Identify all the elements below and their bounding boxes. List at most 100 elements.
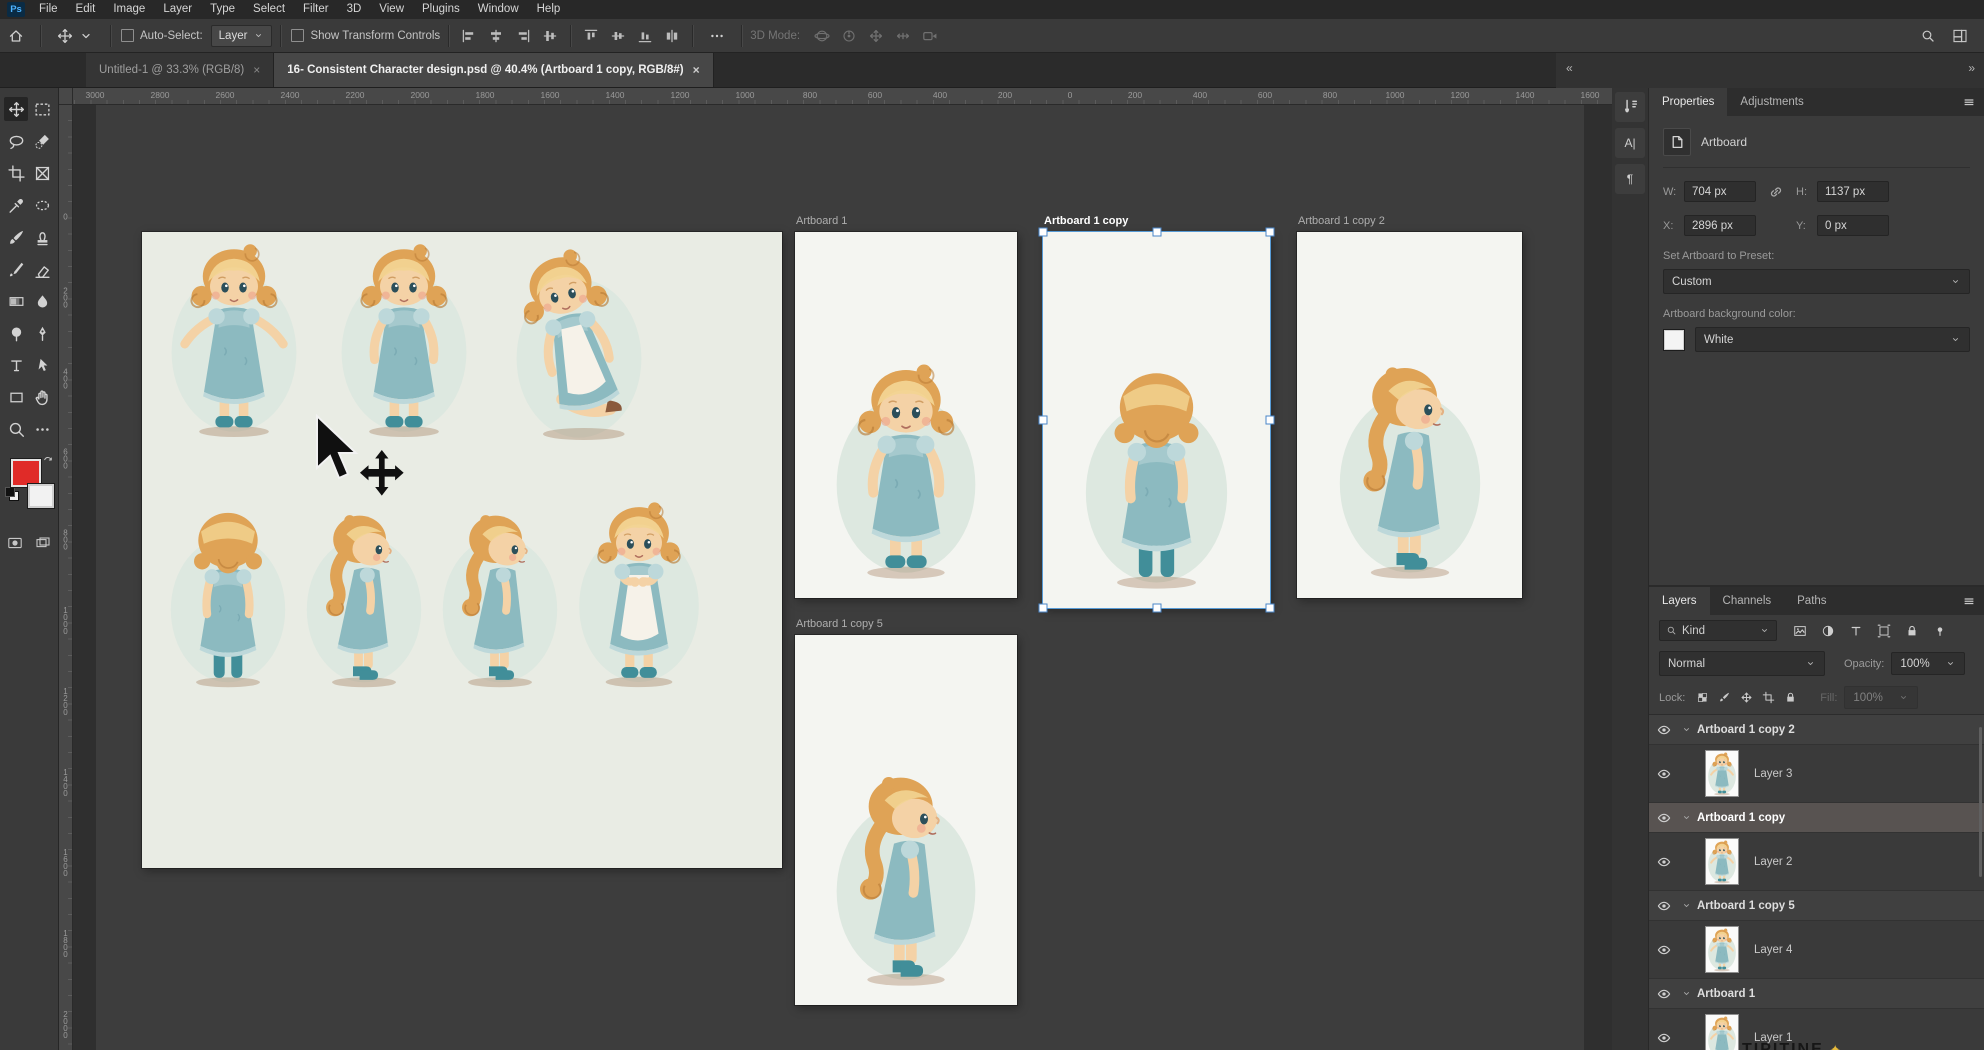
align-left-button[interactable] xyxy=(461,28,477,44)
auto-select-target-dropdown[interactable]: Layer xyxy=(211,25,273,47)
ruler-origin[interactable] xyxy=(58,88,73,105)
layer-thumbnail[interactable] xyxy=(1705,838,1739,885)
filter-pin-button[interactable] xyxy=(1930,622,1950,640)
artboard-artboard-1-copy-5[interactable]: Artboard 1 copy 5 xyxy=(795,635,1017,1005)
workspace-button[interactable] xyxy=(1952,28,1968,44)
filter-type-button[interactable] xyxy=(1846,622,1866,640)
close-icon[interactable]: × xyxy=(253,63,260,77)
selection-handle[interactable] xyxy=(1266,604,1275,613)
artboard-label[interactable]: Artboard 1 xyxy=(796,215,847,227)
close-icon[interactable]: × xyxy=(693,63,700,77)
filter-adjustment-button[interactable] xyxy=(1818,622,1838,640)
tool-preset-move[interactable] xyxy=(49,19,102,52)
auto-select-checkbox[interactable] xyxy=(121,29,134,42)
selection-handle[interactable] xyxy=(1039,416,1048,425)
menu-plugins[interactable]: Plugins xyxy=(413,0,469,19)
lock-checker-button[interactable] xyxy=(1696,691,1709,704)
visibility-toggle[interactable] xyxy=(1649,855,1679,869)
tool-rectangle[interactable] xyxy=(4,385,28,409)
tab-channels[interactable]: Channels xyxy=(1710,587,1785,615)
tool-brush[interactable] xyxy=(4,225,28,249)
selection-handle[interactable] xyxy=(1152,604,1161,613)
panel-menu-icon[interactable] xyxy=(1962,594,1976,608)
layer-thumbnail[interactable] xyxy=(1705,750,1739,797)
tool-move[interactable] xyxy=(4,97,28,121)
menu-window[interactable]: Window xyxy=(469,0,528,19)
layer-row-layer-2[interactable]: Layer 2 xyxy=(1649,833,1984,891)
panel-menu-icon[interactable] xyxy=(1962,95,1976,109)
tool-quick-select[interactable] xyxy=(30,129,54,153)
visibility-toggle[interactable] xyxy=(1649,767,1679,781)
menu-image[interactable]: Image xyxy=(104,0,154,19)
layer-row-layer-4[interactable]: Layer 4 xyxy=(1649,921,1984,979)
align-center-v-button[interactable] xyxy=(542,28,558,44)
character-panel-icon[interactable]: A| xyxy=(1615,128,1645,158)
artboard-preset-dropdown[interactable]: Custom xyxy=(1663,269,1970,294)
menu-view[interactable]: View xyxy=(370,0,413,19)
document-tab-2[interactable]: 16- Consistent Character design.psd @ 40… xyxy=(274,52,713,87)
tool-frame[interactable] xyxy=(30,161,54,185)
artboard-bg-dropdown[interactable]: White xyxy=(1695,327,1970,352)
artboard-label[interactable]: Artboard 1 copy xyxy=(1044,215,1128,227)
visibility-toggle[interactable] xyxy=(1649,811,1679,825)
menu-help[interactable]: Help xyxy=(528,0,570,19)
menu-layer[interactable]: Layer xyxy=(154,0,201,19)
filter-frame-button[interactable] xyxy=(1874,622,1894,640)
align-right-button[interactable] xyxy=(515,28,531,44)
paragraph-panel-icon[interactable]: ¶ xyxy=(1615,164,1645,194)
filter-lock-button[interactable] xyxy=(1902,622,1922,640)
artboard-label[interactable]: Artboard 1 copy 5 xyxy=(796,618,883,630)
tab-layers[interactable]: Layers xyxy=(1649,587,1710,615)
tool-hand[interactable] xyxy=(30,385,54,409)
tool-lasso[interactable] xyxy=(4,129,28,153)
visibility-toggle[interactable] xyxy=(1649,723,1679,737)
dist-center-v-button[interactable] xyxy=(610,28,626,44)
artboard-artboard-1-copy[interactable]: Artboard 1 copy xyxy=(1043,232,1270,608)
menu-filter[interactable]: Filter xyxy=(294,0,338,19)
screen-mode-button[interactable] xyxy=(35,535,51,551)
tab-adjustments[interactable]: Adjustments xyxy=(1727,88,1816,116)
tool-eraser[interactable] xyxy=(30,257,54,281)
width-field[interactable]: 704 px xyxy=(1684,181,1756,202)
blend-mode-dropdown[interactable]: Normal xyxy=(1659,651,1825,676)
layer-row-artboard-1-copy-5[interactable]: Artboard 1 copy 5 xyxy=(1649,891,1984,921)
document-tab-1[interactable]: Untitled-1 @ 33.3% (RGB/8) × xyxy=(86,52,274,87)
menu-3d[interactable]: 3D xyxy=(338,0,371,19)
dist-bottom-button[interactable] xyxy=(637,28,653,44)
y-field[interactable]: 0 px xyxy=(1817,215,1889,236)
tool-mixer-brush[interactable] xyxy=(4,257,28,281)
tool-clone-stamp[interactable] xyxy=(30,225,54,249)
tool-path-select[interactable] xyxy=(30,353,54,377)
default-colors-icon[interactable] xyxy=(5,487,19,501)
menu-type[interactable]: Type xyxy=(201,0,244,19)
lock-move-all-button[interactable] xyxy=(1740,691,1753,704)
artboard-artboard-1-copy-2[interactable]: Artboard 1 copy 2 xyxy=(1297,232,1522,598)
menu-select[interactable]: Select xyxy=(244,0,294,19)
x-field[interactable]: 2896 px xyxy=(1684,215,1756,236)
reference-artboard[interactable] xyxy=(142,232,782,868)
dist-top-button[interactable] xyxy=(583,28,599,44)
brush-settings-icon[interactable] xyxy=(1615,92,1645,122)
visibility-toggle[interactable] xyxy=(1649,943,1679,957)
layer-row-artboard-1-copy-2[interactable]: Artboard 1 copy 2 xyxy=(1649,715,1984,745)
tool-dodge[interactable] xyxy=(4,321,28,345)
horizontal-ruler[interactable]: 3000280026002400220020001800160014001200… xyxy=(58,88,1612,105)
tool-marquee[interactable] xyxy=(30,97,54,121)
search-button[interactable] xyxy=(1920,28,1936,44)
collapse-panels-icon[interactable]: « xyxy=(1566,61,1572,75)
lock-brush-button[interactable] xyxy=(1718,691,1731,704)
canvas-area[interactable]: 3000280026002400220020001800160014001200… xyxy=(58,88,1612,1050)
layer-row-layer-3[interactable]: Layer 3 xyxy=(1649,745,1984,803)
background-color-swatch[interactable] xyxy=(27,483,55,509)
layer-row-artboard-1[interactable]: Artboard 1 xyxy=(1649,979,1984,1009)
lock-lock-button[interactable] xyxy=(1784,691,1797,704)
opacity-field[interactable]: 100% xyxy=(1891,652,1965,675)
pasteboard[interactable]: Artboard 1 Artboard 1 copy Artboard 1 co… xyxy=(72,104,1612,1050)
chevron-down-icon[interactable] xyxy=(1681,900,1692,911)
selection-handle[interactable] xyxy=(1266,228,1275,237)
swap-colors-icon[interactable] xyxy=(42,455,54,467)
artboard-artboard-1[interactable]: Artboard 1 xyxy=(795,232,1017,598)
artboard-bg-swatch[interactable] xyxy=(1663,329,1685,351)
selection-handle[interactable] xyxy=(1266,416,1275,425)
lock-artboard-button[interactable] xyxy=(1762,691,1775,704)
